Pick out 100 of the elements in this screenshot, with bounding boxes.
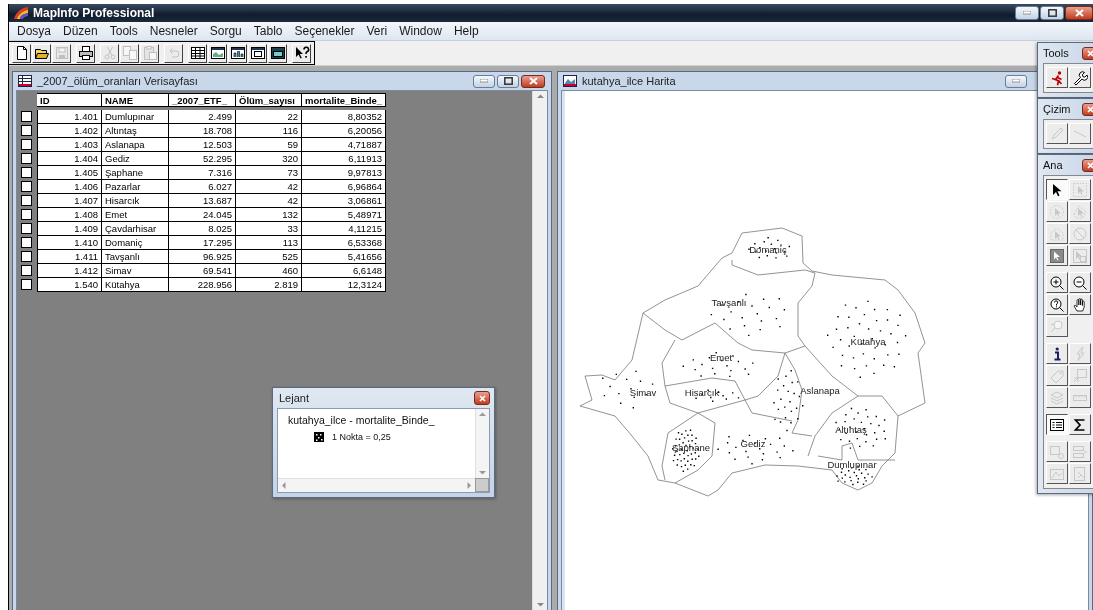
table-cell: Hisarcık — [102, 194, 169, 208]
marquee-select-icon — [1072, 181, 1088, 198]
legend-layer-title: kutahya_ilce - mortalite_Binde_ — [288, 414, 436, 426]
close-button[interactable] — [521, 74, 545, 88]
row-checkbox[interactable] — [21, 195, 32, 206]
column-header[interactable]: _2007_ETF_ — [169, 93, 236, 107]
scrollbar[interactable] — [532, 91, 547, 610]
row-checkbox[interactable] — [21, 181, 32, 192]
menu-item[interactable]: Dosya — [11, 24, 57, 38]
layers-icon — [1049, 389, 1065, 406]
column-header[interactable]: ID — [37, 93, 102, 107]
palette-title: Çizim — [1043, 103, 1072, 115]
palette-title: Tools — [1043, 47, 1070, 59]
toolbar-button[interactable] — [228, 43, 247, 63]
row-checkbox[interactable] — [21, 279, 32, 290]
toolbar-button[interactable] — [188, 43, 207, 63]
menu-item[interactable]: Window — [393, 24, 448, 38]
toolbar-button[interactable] — [208, 43, 227, 63]
close-icon — [1086, 49, 1093, 57]
close-button[interactable] — [1082, 102, 1093, 116]
scrollbar[interactable] — [278, 478, 475, 492]
scroll-left-icon — [281, 482, 286, 489]
magnifier-icon — [1049, 318, 1065, 335]
close-button[interactable] — [1082, 46, 1093, 60]
toolbar-button[interactable] — [12, 43, 31, 63]
palette-button[interactable] — [1046, 414, 1068, 435]
toolbar-button[interactable] — [32, 43, 51, 63]
minimize-button[interactable] — [473, 74, 495, 88]
restore-icon — [1047, 9, 1057, 17]
column-header[interactable]: mortalite_Binde_ — [302, 93, 386, 107]
radius-select-icon — [1049, 203, 1065, 220]
table-cell: Aslanapa — [102, 138, 169, 152]
menu-item[interactable]: Tablo — [247, 24, 289, 38]
scroll-right-icon — [467, 482, 472, 489]
toolbar-button[interactable] — [268, 43, 287, 63]
district-label: Simav — [629, 387, 657, 398]
window-title: Lejant — [279, 392, 310, 404]
minimize-button[interactable] — [1015, 6, 1039, 20]
restore-button[interactable] — [497, 74, 519, 88]
table-cell: Emet — [102, 208, 169, 222]
palette-button[interactable] — [1046, 179, 1068, 200]
minimize-button[interactable] — [1005, 74, 1027, 88]
restore-button[interactable] — [1040, 6, 1064, 20]
erase-icon — [1072, 465, 1088, 482]
invert-select-icon — [1072, 225, 1088, 242]
table-cell: 5,41656 — [302, 250, 386, 264]
layout-window-icon — [249, 45, 266, 61]
menu-item[interactable]: Help — [447, 24, 485, 38]
window-arrow-icon — [1072, 443, 1088, 460]
window-pointer-icon — [1049, 443, 1065, 460]
row-checkbox[interactable] — [21, 265, 32, 276]
table-cell: Şaphane — [102, 166, 169, 180]
scrollbar[interactable] — [475, 409, 489, 478]
row-checkbox[interactable] — [21, 139, 32, 150]
table-cell: 2.499 — [169, 110, 236, 124]
toolbar-button[interactable] — [248, 43, 267, 63]
row-checkbox[interactable] — [21, 209, 32, 220]
size-grip[interactable] — [475, 478, 489, 492]
menu-item[interactable]: Tools — [103, 24, 144, 38]
close-button[interactable] — [1082, 158, 1093, 172]
menu-item[interactable]: Seçenekler — [288, 24, 361, 38]
menu-item[interactable]: Veri — [360, 24, 394, 38]
table-cell: 6,96864 — [302, 180, 386, 194]
table-cell: Dumlupınar — [102, 110, 169, 124]
floppy-icon — [53, 45, 70, 61]
table-cell: 1.407 — [37, 194, 102, 208]
row-checkbox[interactable] — [21, 251, 32, 262]
row-checkbox[interactable] — [21, 111, 32, 122]
district-label: Kütahya — [850, 336, 886, 347]
row-checkbox[interactable] — [21, 153, 32, 164]
menu-item[interactable]: Sorgu — [203, 24, 248, 38]
close-button[interactable] — [474, 391, 490, 405]
app-logo-icon — [13, 6, 29, 20]
menu-item[interactable]: Düzen — [57, 24, 104, 38]
district-label: Aslanapa — [800, 385, 840, 396]
table-cell: 1.406 — [37, 180, 102, 194]
menu-item[interactable]: Nesneler — [143, 24, 204, 38]
pen-icon — [1049, 125, 1065, 142]
table-cell: 320 — [236, 152, 302, 166]
column-header[interactable]: Ölüm_sayısı — [236, 93, 302, 107]
close-button[interactable] — [1065, 6, 1093, 20]
row-checkbox[interactable] — [21, 223, 32, 234]
minimize-icon — [480, 79, 488, 83]
table-cell: 4,71887 — [302, 138, 386, 152]
row-checkbox[interactable] — [21, 237, 32, 248]
table-cell: 42 — [236, 194, 302, 208]
close-icon — [478, 394, 486, 402]
table-cell: 9,97813 — [302, 166, 386, 180]
restore-icon — [503, 77, 513, 85]
toolbar-button[interactable] — [76, 43, 95, 63]
table-cell: 12,3124 — [302, 278, 386, 292]
table-icon — [189, 45, 206, 61]
toolbar-button[interactable] — [292, 43, 311, 63]
column-header[interactable]: NAME — [102, 93, 169, 107]
minimize-icon — [1012, 79, 1020, 83]
row-checkbox[interactable] — [21, 125, 32, 136]
table-cell: 8.025 — [169, 222, 236, 236]
row-checkbox[interactable] — [21, 167, 32, 178]
table-cell: Çavdarhisar — [102, 222, 169, 236]
district-label: Altıntaş — [835, 424, 867, 435]
